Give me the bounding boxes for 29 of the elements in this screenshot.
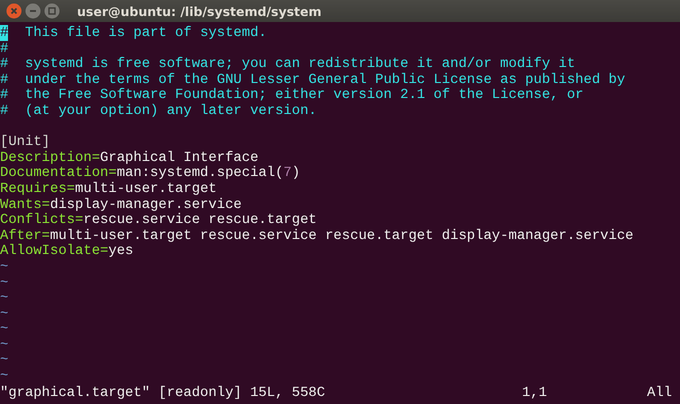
scroll-position: All: [646, 386, 672, 402]
code-line: Description=Graphical Interface: [0, 150, 258, 166]
status-message: "graphical.target" [readonly] 15L, 558C: [0, 386, 326, 402]
window-title: user@ubuntu: /lib/systemd/system: [77, 4, 322, 18]
empty-line-marker: ~: [0, 306, 8, 322]
code-line: AllowIsolate=yes: [0, 244, 134, 260]
code-line: Wants=display-manager.service: [0, 198, 242, 213]
code-line: # the Free Software Foundation; either version 2.1 of the License, or: [0, 88, 584, 104]
empty-line-marker: ~: [0, 322, 8, 338]
close-button[interactable]: [6, 3, 22, 19]
code-line: Conflicts=rescue.service rescue.target: [0, 213, 317, 228]
code-line: # (at your option) any later version.: [0, 104, 317, 120]
empty-line-marker: ~: [0, 276, 8, 292]
code-line: # systemd is free software; you can redistribute it and/or modify it: [0, 57, 576, 72]
cursor-position: 1,1: [522, 386, 547, 402]
code-line: After=multi-user.target rescue.service rescue.target display-manager.service: [0, 228, 634, 244]
empty-line-marker: ~: [0, 260, 8, 276]
empty-line-marker: ~: [0, 291, 8, 307]
empty-line-marker: ~: [0, 353, 8, 370]
code-line: #: [0, 42, 8, 58]
empty-line-marker: ~: [0, 338, 8, 354]
code-line: [Unit]: [0, 135, 50, 150]
code-line: Requires=multi-user.target: [0, 182, 217, 198]
minimize-button[interactable]: [25, 3, 41, 19]
code-line: # under the terms of the GNU Lesser General Public License as published by: [0, 72, 626, 88]
code-line: # This file is part of systemd.: [0, 26, 267, 42]
code-line: Documentation=man:systemd.special(7): [0, 166, 300, 182]
maximize-button[interactable]: [44, 3, 60, 19]
empty-line-marker: ~: [0, 369, 8, 385]
